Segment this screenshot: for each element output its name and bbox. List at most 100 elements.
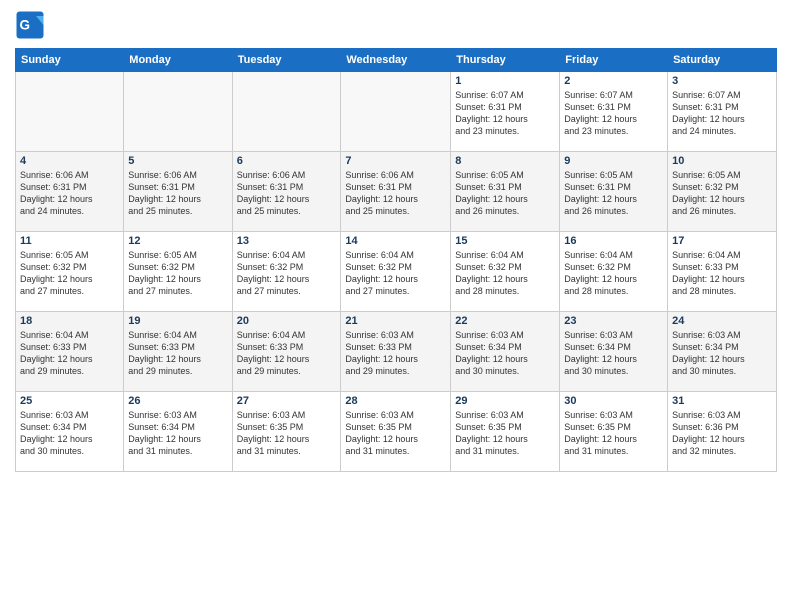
calendar-day-header: Friday — [560, 49, 668, 72]
day-info: Sunrise: 6:04 AM Sunset: 6:33 PM Dayligh… — [20, 329, 119, 378]
day-number: 2 — [564, 75, 663, 87]
day-number: 12 — [128, 235, 227, 247]
day-info: Sunrise: 6:03 AM Sunset: 6:35 PM Dayligh… — [345, 409, 446, 458]
day-info: Sunrise: 6:03 AM Sunset: 6:35 PM Dayligh… — [564, 409, 663, 458]
calendar-week-row: 11 Sunrise: 6:05 AM Sunset: 6:32 PM Dayli… — [16, 232, 777, 312]
day-number: 13 — [237, 235, 337, 247]
day-info: Sunrise: 6:05 AM Sunset: 6:31 PM Dayligh… — [564, 169, 663, 218]
calendar-day-cell — [232, 72, 341, 152]
calendar-header-row: SundayMondayTuesdayWednesdayThursdayFrid… — [16, 49, 777, 72]
day-info: Sunrise: 6:03 AM Sunset: 6:33 PM Dayligh… — [345, 329, 446, 378]
day-info: Sunrise: 6:04 AM Sunset: 6:32 PM Dayligh… — [564, 249, 663, 298]
day-info: Sunrise: 6:06 AM Sunset: 6:31 PM Dayligh… — [20, 169, 119, 218]
calendar-day-cell: 8 Sunrise: 6:05 AM Sunset: 6:31 PM Daylig… — [451, 152, 560, 232]
day-number: 29 — [455, 395, 555, 407]
day-info: Sunrise: 6:06 AM Sunset: 6:31 PM Dayligh… — [237, 169, 337, 218]
day-info: Sunrise: 6:03 AM Sunset: 6:34 PM Dayligh… — [564, 329, 663, 378]
main-container: G SundayMondayTuesdayWednesdayThursdayFr… — [0, 0, 792, 482]
calendar-day-cell: 21Sunrise: 6:03 AM Sunset: 6:33 PM Dayli… — [341, 312, 451, 392]
day-number: 20 — [237, 315, 337, 327]
day-info: Sunrise: 6:03 AM Sunset: 6:36 PM Dayligh… — [672, 409, 772, 458]
calendar-day-cell: 7Sunrise: 6:06 AM Sunset: 6:31 PM Daylig… — [341, 152, 451, 232]
day-info: Sunrise: 6:05 AM Sunset: 6:32 PM Dayligh… — [672, 169, 772, 218]
calendar-day-cell: 18 Sunrise: 6:04 AM Sunset: 6:33 PM Dayli… — [16, 312, 124, 392]
day-number: 8 — [455, 155, 555, 167]
calendar-day-cell: 25 Sunrise: 6:03 AM Sunset: 6:34 PM Dayli… — [16, 392, 124, 472]
calendar-day-cell: 16Sunrise: 6:04 AM Sunset: 6:32 PM Dayli… — [560, 232, 668, 312]
day-number: 28 — [345, 395, 446, 407]
day-number: 18 — [20, 315, 119, 327]
calendar-day-header: Saturday — [668, 49, 777, 72]
day-number: 1 — [455, 75, 555, 87]
calendar-day-cell: 15Sunrise: 6:04 AM Sunset: 6:32 PM Dayli… — [451, 232, 560, 312]
logo: G — [15, 10, 47, 40]
day-info: Sunrise: 6:05 AM Sunset: 6:31 PM Dayligh… — [455, 169, 555, 218]
day-info: Sunrise: 6:04 AM Sunset: 6:33 PM Dayligh… — [237, 329, 337, 378]
calendar-day-cell — [341, 72, 451, 152]
day-info: Sunrise: 6:06 AM Sunset: 6:31 PM Dayligh… — [128, 169, 227, 218]
calendar-day-header: Thursday — [451, 49, 560, 72]
calendar-day-cell: 22 Sunrise: 6:03 AM Sunset: 6:34 PM Dayli… — [451, 312, 560, 392]
calendar-day-cell: 10 Sunrise: 6:05 AM Sunset: 6:32 PM Dayli… — [668, 152, 777, 232]
calendar-day-cell: 23 Sunrise: 6:03 AM Sunset: 6:34 PM Dayli… — [560, 312, 668, 392]
calendar-day-header: Monday — [124, 49, 232, 72]
day-number: 19 — [128, 315, 227, 327]
day-number: 23 — [564, 315, 663, 327]
calendar-day-cell: 13 Sunrise: 6:04 AM Sunset: 6:32 PM Dayli… — [232, 232, 341, 312]
day-number: 24 — [672, 315, 772, 327]
day-info: Sunrise: 6:05 AM Sunset: 6:32 PM Dayligh… — [20, 249, 119, 298]
calendar-day-cell: 31 Sunrise: 6:03 AM Sunset: 6:36 PM Dayli… — [668, 392, 777, 472]
calendar-day-cell: 30 Sunrise: 6:03 AM Sunset: 6:35 PM Dayli… — [560, 392, 668, 472]
day-number: 3 — [672, 75, 772, 87]
day-number: 27 — [237, 395, 337, 407]
calendar-day-cell: 14Sunrise: 6:04 AM Sunset: 6:32 PM Dayli… — [341, 232, 451, 312]
day-number: 9 — [564, 155, 663, 167]
calendar-day-cell — [16, 72, 124, 152]
calendar-day-cell: 2 Sunrise: 6:07 AM Sunset: 6:31 PM Daylig… — [560, 72, 668, 152]
header: G — [15, 10, 777, 40]
day-number: 31 — [672, 395, 772, 407]
day-number: 4 — [20, 155, 119, 167]
day-number: 30 — [564, 395, 663, 407]
calendar-week-row: 1 Sunrise: 6:07 AM Sunset: 6:31 PM Daylig… — [16, 72, 777, 152]
day-number: 26 — [128, 395, 227, 407]
calendar-week-row: 18 Sunrise: 6:04 AM Sunset: 6:33 PM Dayli… — [16, 312, 777, 392]
day-number: 22 — [455, 315, 555, 327]
calendar-day-cell: 17Sunrise: 6:04 AM Sunset: 6:33 PM Dayli… — [668, 232, 777, 312]
calendar-day-cell: 1 Sunrise: 6:07 AM Sunset: 6:31 PM Daylig… — [451, 72, 560, 152]
calendar-week-row: 4 Sunrise: 6:06 AM Sunset: 6:31 PM Daylig… — [16, 152, 777, 232]
day-info: Sunrise: 6:03 AM Sunset: 6:35 PM Dayligh… — [455, 409, 555, 458]
day-info: Sunrise: 6:04 AM Sunset: 6:32 PM Dayligh… — [345, 249, 446, 298]
calendar-day-cell: 29 Sunrise: 6:03 AM Sunset: 6:35 PM Dayli… — [451, 392, 560, 472]
calendar-day-header: Sunday — [16, 49, 124, 72]
calendar-day-cell: 4 Sunrise: 6:06 AM Sunset: 6:31 PM Daylig… — [16, 152, 124, 232]
day-number: 10 — [672, 155, 772, 167]
calendar-day-cell — [124, 72, 232, 152]
day-info: Sunrise: 6:04 AM Sunset: 6:33 PM Dayligh… — [128, 329, 227, 378]
day-info: Sunrise: 6:04 AM Sunset: 6:33 PM Dayligh… — [672, 249, 772, 298]
calendar: SundayMondayTuesdayWednesdayThursdayFrid… — [15, 48, 777, 472]
calendar-day-cell: 28 Sunrise: 6:03 AM Sunset: 6:35 PM Dayli… — [341, 392, 451, 472]
calendar-day-cell: 20 Sunrise: 6:04 AM Sunset: 6:33 PM Dayli… — [232, 312, 341, 392]
calendar-day-cell: 11 Sunrise: 6:05 AM Sunset: 6:32 PM Dayli… — [16, 232, 124, 312]
svg-text:G: G — [20, 18, 31, 33]
day-number: 11 — [20, 235, 119, 247]
day-number: 7 — [345, 155, 446, 167]
day-info: Sunrise: 6:03 AM Sunset: 6:34 PM Dayligh… — [20, 409, 119, 458]
calendar-day-cell: 19 Sunrise: 6:04 AM Sunset: 6:33 PM Dayli… — [124, 312, 232, 392]
calendar-day-cell: 12 Sunrise: 6:05 AM Sunset: 6:32 PM Dayli… — [124, 232, 232, 312]
day-info: Sunrise: 6:03 AM Sunset: 6:34 PM Dayligh… — [455, 329, 555, 378]
calendar-week-row: 25 Sunrise: 6:03 AM Sunset: 6:34 PM Dayli… — [16, 392, 777, 472]
day-info: Sunrise: 6:07 AM Sunset: 6:31 PM Dayligh… — [564, 89, 663, 138]
day-info: Sunrise: 6:07 AM Sunset: 6:31 PM Dayligh… — [455, 89, 555, 138]
day-info: Sunrise: 6:04 AM Sunset: 6:32 PM Dayligh… — [455, 249, 555, 298]
calendar-day-cell: 3Sunrise: 6:07 AM Sunset: 6:31 PM Daylig… — [668, 72, 777, 152]
day-info: Sunrise: 6:05 AM Sunset: 6:32 PM Dayligh… — [128, 249, 227, 298]
day-number: 25 — [20, 395, 119, 407]
calendar-day-cell: 24Sunrise: 6:03 AM Sunset: 6:34 PM Dayli… — [668, 312, 777, 392]
day-info: Sunrise: 6:04 AM Sunset: 6:32 PM Dayligh… — [237, 249, 337, 298]
calendar-day-header: Tuesday — [232, 49, 341, 72]
logo-icon: G — [15, 10, 45, 40]
day-number: 6 — [237, 155, 337, 167]
calendar-day-cell: 9 Sunrise: 6:05 AM Sunset: 6:31 PM Daylig… — [560, 152, 668, 232]
